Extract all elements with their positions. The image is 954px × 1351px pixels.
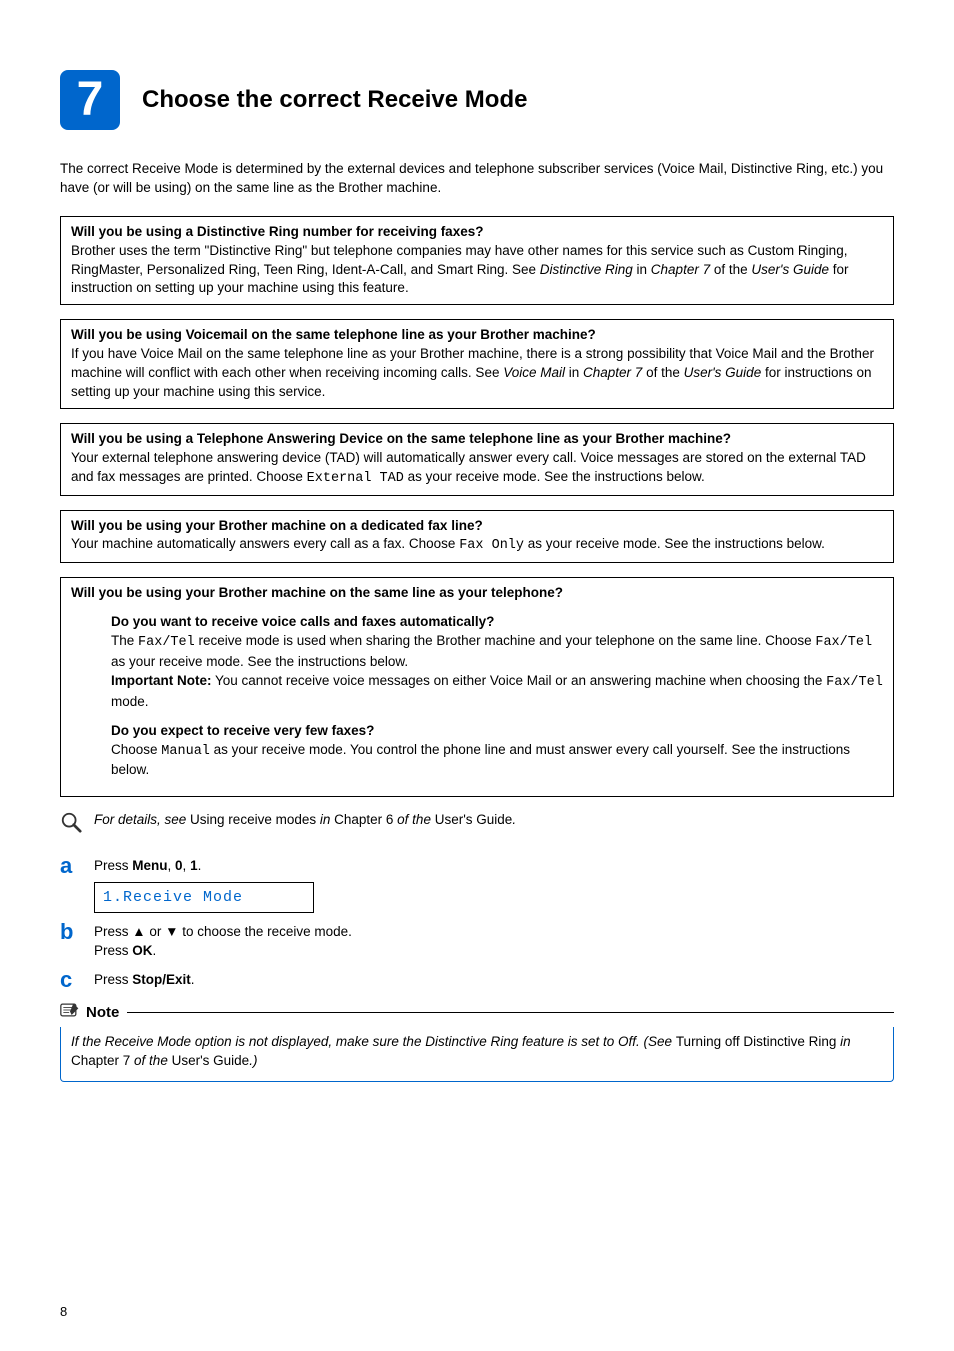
sc-b: Stop/Exit <box>132 972 191 987</box>
sb-mid: or <box>146 924 166 939</box>
panel1-ital2: Chapter 7 <box>651 262 710 277</box>
p5s2-post: as your receive mode. You control the ph… <box>111 742 850 778</box>
note-section: Note If the Receive Mode option is not d… <box>60 1001 894 1082</box>
step-b-letter: b <box>60 921 94 943</box>
panel3-post: as your receive mode. See the instructio… <box>404 469 705 484</box>
lcd-display: 1.Receive Mode <box>94 882 314 913</box>
magnifier-icon <box>60 811 94 839</box>
panel3-title: Will you be using a Telephone Answering … <box>71 431 731 446</box>
sb2-post: . <box>153 943 157 958</box>
panel5-sub1-title: Do you want to receive voice calls and f… <box>111 614 494 629</box>
panel3-mono: External TAD <box>307 471 404 486</box>
panel1-mid: in <box>633 262 651 277</box>
page-title: Choose the correct Receive Mode <box>142 83 527 117</box>
panel1-title: Will you be using a Distinctive Ring num… <box>71 224 483 239</box>
sa-c2: , <box>183 858 191 873</box>
sb2-b: OK <box>132 943 152 958</box>
sa-b3: 1 <box>190 858 198 873</box>
step-b: b Press ▲ or ▼ to choose the receive mod… <box>60 921 894 961</box>
detail-mid: in <box>320 812 334 827</box>
panel2-title: Will you be using Voicemail on the same … <box>71 327 596 342</box>
p5s1-post: receive mode is used when sharing the Br… <box>195 633 816 648</box>
detail-p2: Chapter 6 <box>334 812 397 827</box>
detail-mid2: of the <box>397 812 435 827</box>
note-box: If the Receive Mode option is not displa… <box>60 1027 894 1082</box>
note-p1: Turning off Distinctive Ring <box>676 1034 840 1049</box>
sb2-pre: Press <box>94 943 132 958</box>
panel-distinctive-ring: Will you be using a Distinctive Ring num… <box>60 216 894 306</box>
sb-post: to choose the receive mode. <box>179 924 352 939</box>
p5s1-mono1: Fax/Tel <box>138 635 195 650</box>
note-rule <box>127 1012 894 1013</box>
note-i2: in <box>840 1034 851 1049</box>
panel2-mid: in <box>565 365 583 380</box>
p5s1-l2mono: Fax/Tel <box>826 675 883 690</box>
p5s1-l2post: You cannot receive voice messages on eit… <box>212 673 827 688</box>
panel2-ital1: Voice Mail <box>503 365 565 380</box>
p5s2-mono: Manual <box>161 744 210 759</box>
step-c-letter: c <box>60 969 94 991</box>
page-number: 8 <box>60 1303 67 1321</box>
sa-post: . <box>198 858 202 873</box>
p5s1-mono2: Fax/Tel <box>815 635 872 650</box>
note-i3: of the <box>134 1053 172 1068</box>
panel1-mid2: of the <box>710 262 751 277</box>
p5s1-pre: The <box>111 633 138 648</box>
up-arrow-icon: ▲ <box>132 924 145 939</box>
intro-text: The correct Receive Mode is determined b… <box>60 160 894 198</box>
panel-tad: Will you be using a Telephone Answering … <box>60 423 894 496</box>
p5s1-l2post2: mode. <box>111 694 149 709</box>
detail-p3: User's Guide <box>435 812 513 827</box>
p5s1-post2: as your receive mode. See the instructio… <box>111 654 408 669</box>
panel5-sub2-title: Do you expect to receive very few faxes? <box>111 723 374 738</box>
panel2-ital3: User's Guide <box>684 365 762 380</box>
sc-post: . <box>191 972 195 987</box>
detail-post: . <box>512 812 516 827</box>
panel-voicemail: Will you be using Voicemail on the same … <box>60 319 894 409</box>
sa-b2: 0 <box>175 858 183 873</box>
step-c: c Press Stop/Exit. <box>60 969 894 991</box>
panel2-mid2: of the <box>642 365 683 380</box>
p5s1-important: Important Note: <box>111 673 212 688</box>
sc-pre: Press <box>94 972 132 987</box>
note-i4: .) <box>249 1053 257 1068</box>
details-reference: For details, see Using receive modes in … <box>60 811 894 839</box>
sa-c1: , <box>168 858 176 873</box>
panel-dedicated-line: Will you be using your Brother machine o… <box>60 510 894 564</box>
panel-shared-line: Will you be using your Brother machine o… <box>60 577 894 797</box>
panel4-post: as your receive mode. See the instructio… <box>524 536 825 551</box>
p5s2-pre: Choose <box>111 742 161 757</box>
panel4-title: Will you be using your Brother machine o… <box>71 518 483 533</box>
panel5-title: Will you be using your Brother machine o… <box>71 585 563 600</box>
sa-pre: Press <box>94 858 132 873</box>
step-a-letter: a <box>60 855 94 877</box>
step-a: a Press Menu, 0, 1. 1.Receive Mode <box>60 855 894 913</box>
note-p2: Chapter 7 <box>71 1053 134 1068</box>
panel1-ital3: User's Guide <box>751 262 829 277</box>
sa-b1: Menu <box>132 858 167 873</box>
panel1-ital1: Distinctive Ring <box>540 262 633 277</box>
panel2-ital2: Chapter 7 <box>583 365 642 380</box>
panel4-pre: Your machine automatically answers every… <box>71 536 459 551</box>
note-i1: If the Receive Mode option is not displa… <box>71 1034 676 1049</box>
note-label: Note <box>86 1002 119 1023</box>
note-p3: User's Guide <box>172 1053 250 1068</box>
detail-pre: For details, see <box>94 812 190 827</box>
panel4-mono: Fax Only <box>459 538 524 553</box>
step-number-box: 7 <box>60 70 120 130</box>
sb-pre: Press <box>94 924 132 939</box>
note-pencil-icon <box>60 1001 80 1025</box>
down-arrow-icon: ▼ <box>165 924 178 939</box>
detail-p1: Using receive modes <box>190 812 320 827</box>
